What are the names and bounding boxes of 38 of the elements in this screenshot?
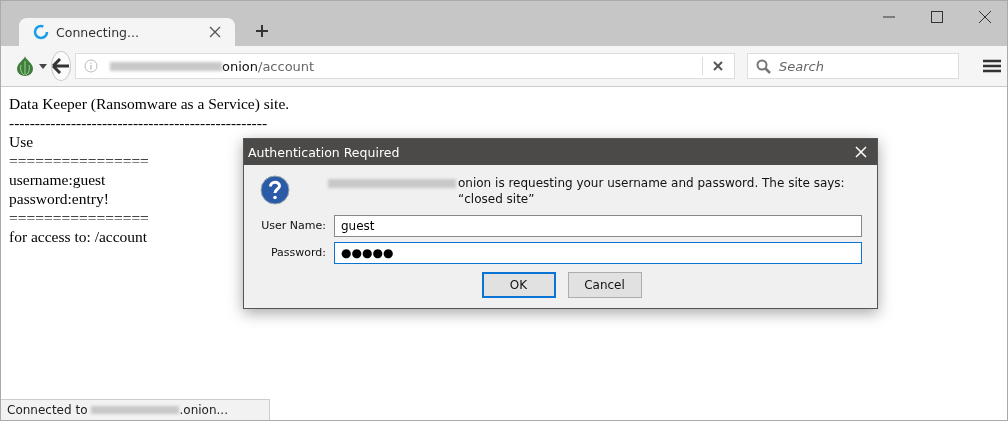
page-text: Data Keeper (Ransomware as a Service) site.	[9, 94, 290, 113]
question-icon	[260, 175, 290, 205]
dialog-message: onion is requesting your username and password. The site says: “closed site”	[458, 175, 846, 207]
close-icon[interactable]	[979, 11, 991, 23]
loading-spinner-icon	[33, 24, 49, 40]
url-host: onion	[222, 58, 258, 74]
back-button[interactable]	[51, 51, 71, 81]
page-text: Use	[9, 132, 34, 151]
close-icon[interactable]	[209, 26, 221, 38]
page-text: ================	[9, 208, 149, 227]
onion-icon	[15, 55, 35, 77]
search-input[interactable]: Search	[777, 57, 941, 75]
clear-icon[interactable]	[713, 61, 723, 71]
maximize-icon[interactable]	[931, 11, 943, 23]
status-text: .onion...	[179, 403, 228, 417]
ok-button[interactable]: OK	[481, 272, 556, 298]
status-text: Connected to	[7, 403, 88, 417]
dialog-title: Authentication Required	[248, 144, 400, 160]
onion-menu-button[interactable]	[15, 55, 45, 77]
page-text: for access to: /account	[9, 227, 148, 246]
cancel-button[interactable]: Cancel	[567, 272, 642, 298]
search-icon	[756, 58, 771, 74]
browser-tab[interactable]: Connecting...	[19, 18, 235, 46]
field-label: Password:	[269, 246, 326, 260]
caret-icon	[39, 63, 47, 69]
page-text: --------------------------------------------------	[9, 113, 268, 132]
input-field[interactable]: guest	[334, 215, 862, 237]
page-text: ================	[9, 151, 149, 170]
address-bar[interactable]: onion/account	[75, 53, 735, 79]
field-label: User Name:	[260, 219, 326, 233]
back-arrow-icon	[52, 58, 70, 74]
url-path: /account	[258, 58, 315, 74]
page-text: username:guest	[9, 170, 106, 189]
menu-icon[interactable]	[983, 59, 1001, 73]
plus-icon[interactable]	[255, 24, 269, 38]
input-field[interactable]: ●●●●●	[334, 242, 862, 264]
search-field[interactable]: Search	[747, 53, 959, 79]
page-text: password:entry!	[9, 189, 109, 208]
